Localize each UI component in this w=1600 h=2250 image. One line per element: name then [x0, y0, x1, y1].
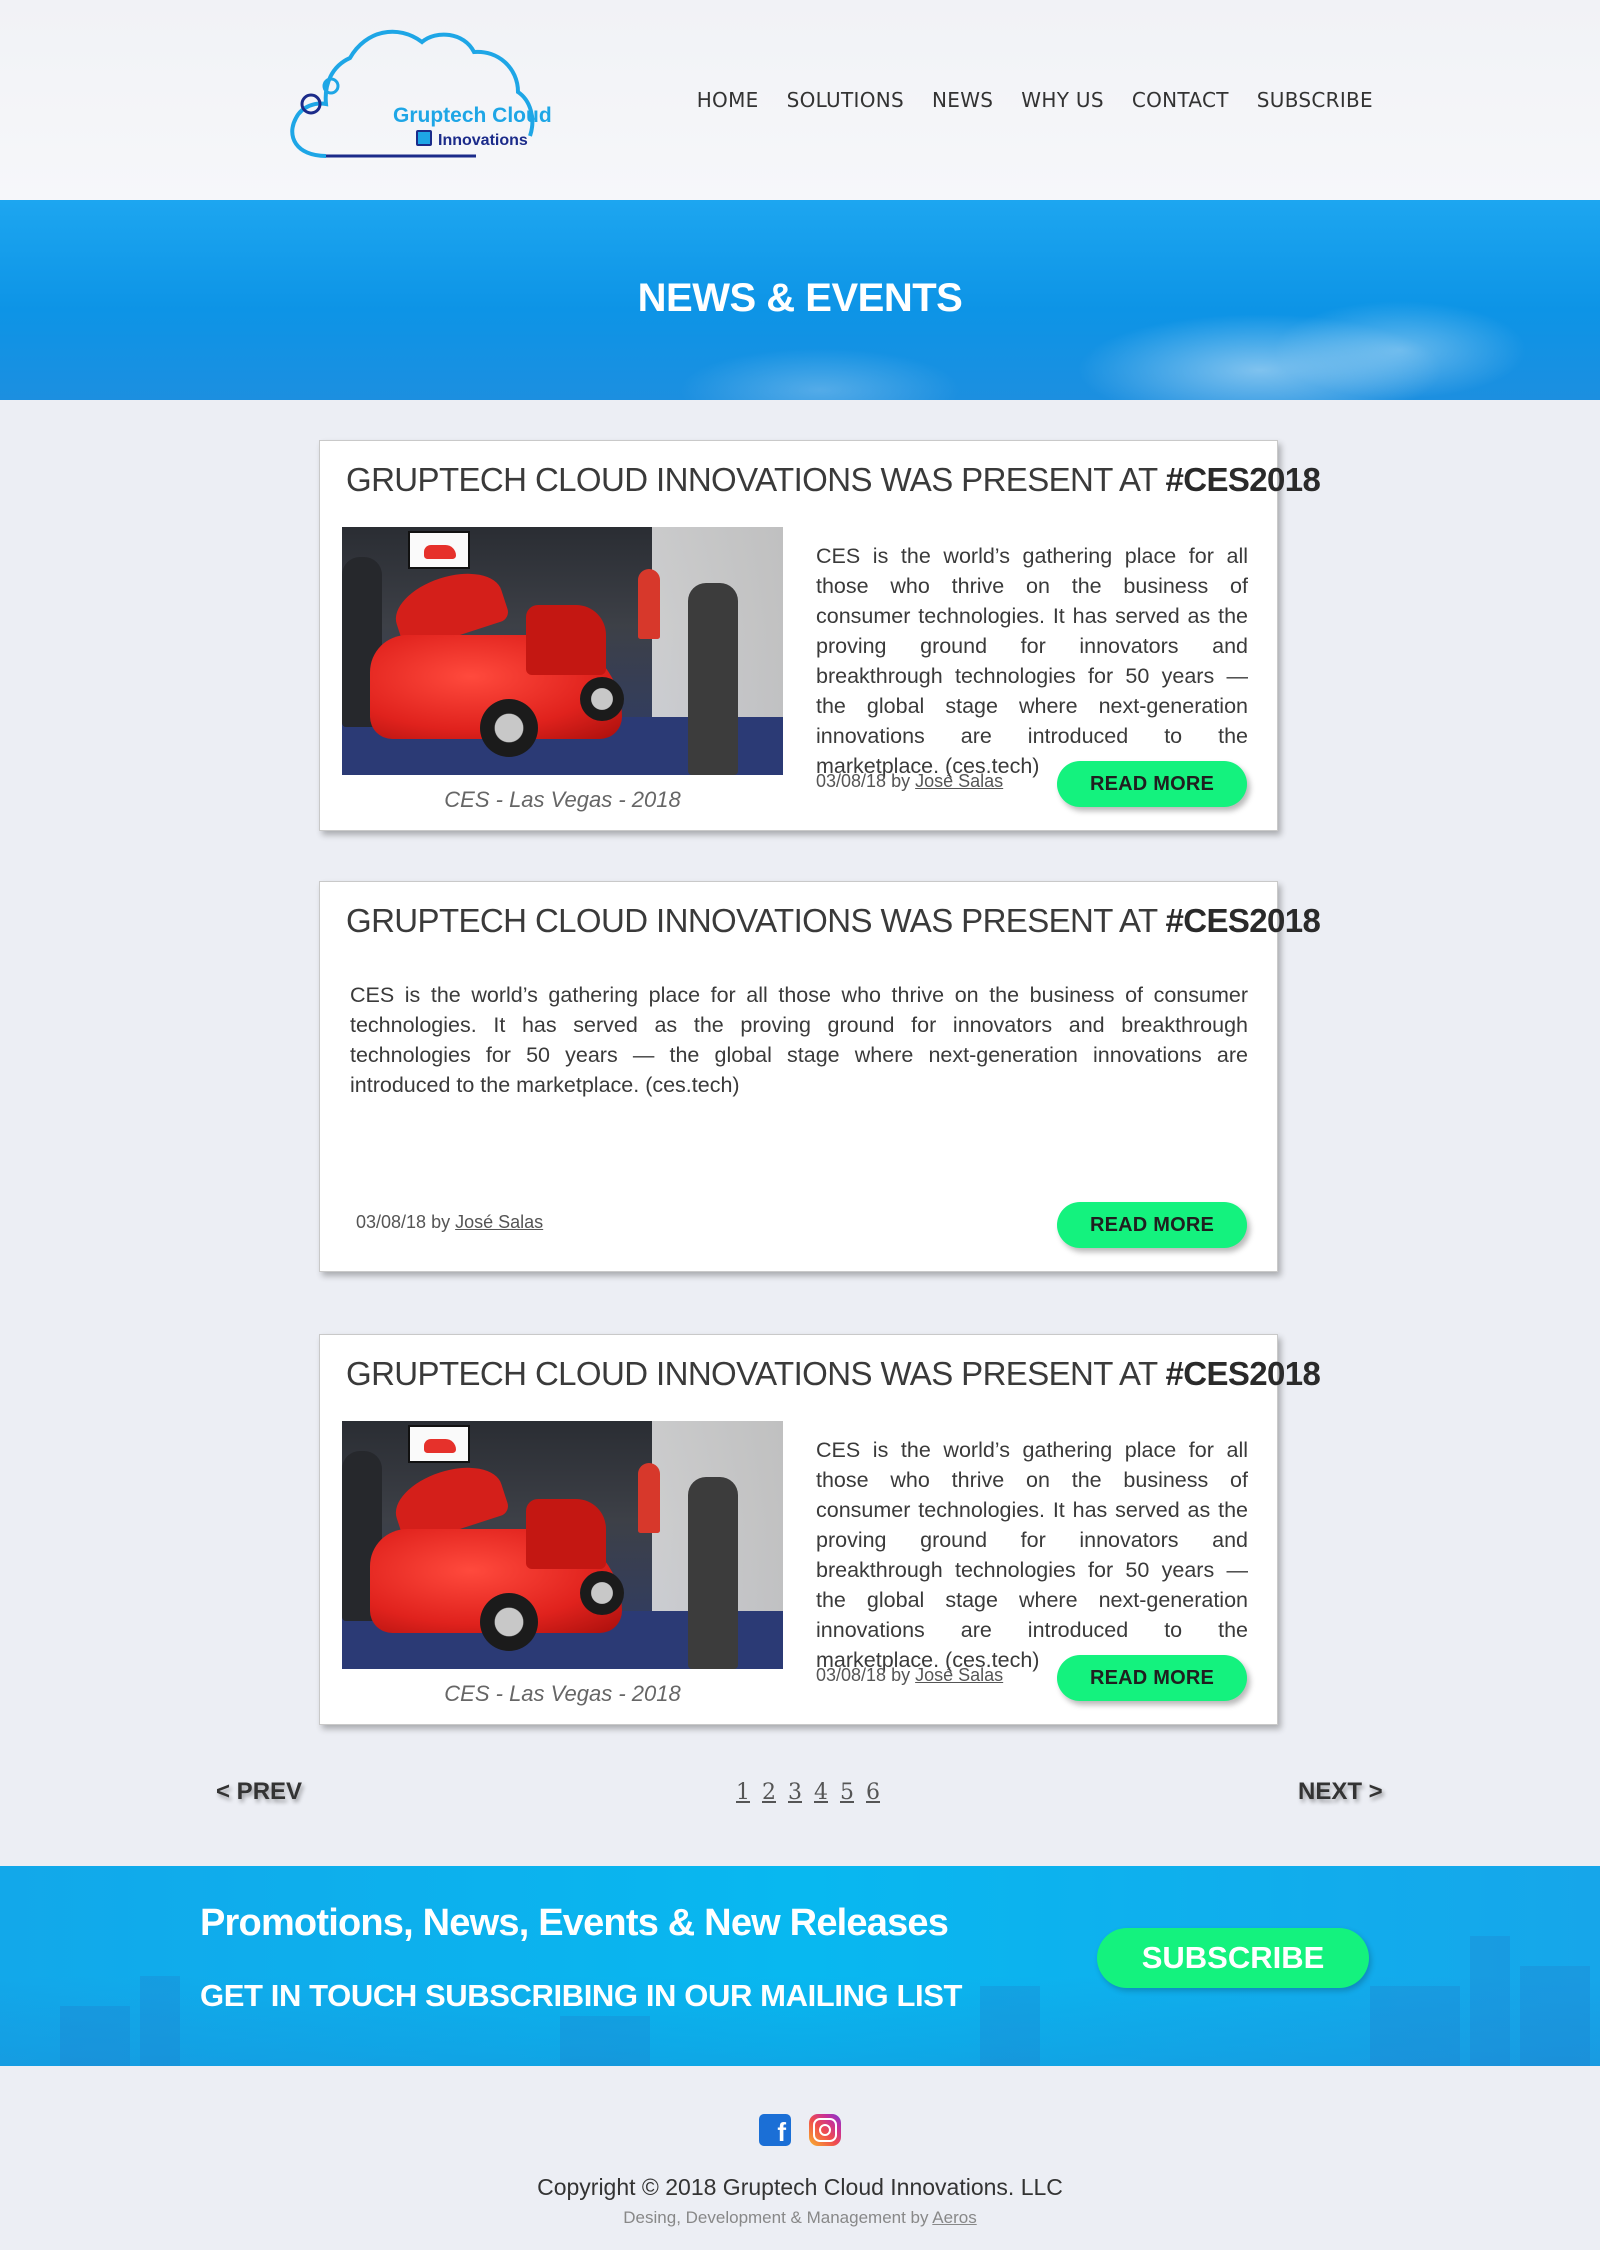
page-title: NEWS & EVENTS	[637, 276, 963, 320]
nav-home[interactable]: HOME	[697, 88, 759, 112]
page-hero: NEWS & EVENTS	[0, 200, 1600, 400]
subscribe-button[interactable]: SUBSCRIBE	[1097, 1928, 1369, 1988]
news-card-excerpt: CES is the world’s gathering place for a…	[816, 1438, 1248, 1672]
nav-news[interactable]: NEWS	[932, 88, 993, 112]
news-card-excerpt: CES is the world’s gathering place for a…	[350, 983, 1248, 1097]
author-link[interactable]: José Salas	[915, 771, 1003, 791]
page-link-5[interactable]: 5	[840, 1780, 854, 1805]
author-link[interactable]: José Salas	[915, 1665, 1003, 1685]
next-page-link[interactable]: NEXT >	[1298, 1778, 1383, 1806]
page-link-3[interactable]: 3	[788, 1780, 802, 1805]
photo-caption: CES - Las Vegas - 2018	[444, 787, 681, 812]
news-card-photo[interactable]	[342, 1421, 783, 1669]
news-card-hashtag[interactable]: #CES2018	[1165, 1355, 1320, 1392]
post-date: 03/08/18	[816, 1665, 887, 1685]
facebook-icon[interactable]: f	[759, 2114, 791, 2146]
news-card-meta: 03/08/18 by José Salas	[356, 1212, 544, 1232]
photo-caption: CES - Las Vegas - 2018	[444, 1681, 681, 1706]
nav-subscribe[interactable]: SUBSCRIBE	[1257, 88, 1373, 112]
post-date: 03/08/18	[816, 771, 887, 791]
brand-logo[interactable]: Gruptech Cloud Innovations	[286, 26, 552, 166]
read-more-button[interactable]: READ MORE	[1057, 1202, 1247, 1248]
copyright-text: Copyright © 2018 Gruptech Cloud Innovati…	[537, 2174, 1063, 2200]
news-card-title: GRUPTECH CLOUD INNOVATIONS WAS PRESENT A…	[346, 1355, 1321, 1392]
site-header: Gruptech Cloud Innovations HOME SOLUTION…	[0, 0, 1600, 200]
news-card-meta: 03/08/18 by José Salas	[816, 1665, 1004, 1685]
instagram-icon[interactable]	[809, 2114, 841, 2146]
news-card-hashtag[interactable]: #CES2018	[1165, 461, 1320, 498]
page-link-1[interactable]: 1	[736, 1780, 750, 1805]
nav-why-us[interactable]: WHY US	[1021, 88, 1104, 112]
banner-subline: GET IN TOUCH SUBSCRIBING IN OUR MAILING …	[200, 1978, 963, 2013]
site-footer: f Copyright © 2018 Gruptech Cloud Innova…	[0, 2066, 1600, 2250]
credits-text: Desing, Development & Management by Aero…	[623, 2208, 977, 2227]
news-card-title: GRUPTECH CLOUD INNOVATIONS WAS PRESENT A…	[346, 902, 1321, 939]
news-card-meta: 03/08/18 by José Salas	[816, 771, 1004, 791]
page-numbers: 1 2 3 4 5 6	[736, 1780, 880, 1805]
read-more-button[interactable]: READ MORE	[1057, 761, 1247, 807]
news-card-photo[interactable]	[342, 527, 783, 775]
news-card: GRUPTECH CLOUD INNOVATIONS WAS PRESENT A…	[319, 881, 1321, 1272]
news-card: GRUPTECH CLOUD INNOVATIONS WAS PRESENT A…	[319, 440, 1321, 831]
logo-wordmark-bottom: Innovations	[438, 132, 528, 149]
author-link[interactable]: José Salas	[455, 1212, 543, 1232]
nav-contact[interactable]: CONTACT	[1132, 88, 1229, 112]
read-more-button[interactable]: READ MORE	[1057, 1655, 1247, 1701]
page-link-6[interactable]: 6	[866, 1780, 880, 1805]
subscribe-banner: Promotions, News, Events & New Releases …	[0, 1866, 1600, 2066]
post-date: 03/08/18	[356, 1212, 427, 1232]
page-link-4[interactable]: 4	[814, 1780, 828, 1805]
nav-solutions[interactable]: SOLUTIONS	[787, 88, 904, 112]
news-card: GRUPTECH CLOUD INNOVATIONS WAS PRESENT A…	[319, 1334, 1321, 1725]
logo-wordmark-top: Gruptech Cloud	[393, 104, 552, 127]
social-links: f	[759, 2114, 841, 2146]
news-card-hashtag[interactable]: #CES2018	[1165, 902, 1320, 939]
prev-page-link[interactable]: < PREV	[216, 1778, 302, 1806]
page-link-2[interactable]: 2	[762, 1780, 776, 1805]
news-card-title: GRUPTECH CLOUD INNOVATIONS WAS PRESENT A…	[346, 461, 1321, 498]
main-nav: HOME SOLUTIONS NEWS WHY US CONTACT SUBSC…	[697, 88, 1373, 112]
credits-link[interactable]: Aeros	[932, 2208, 976, 2227]
banner-headline: Promotions, News, Events & New Releases	[200, 1902, 949, 1944]
news-card-excerpt: CES is the world’s gathering place for a…	[816, 544, 1248, 778]
